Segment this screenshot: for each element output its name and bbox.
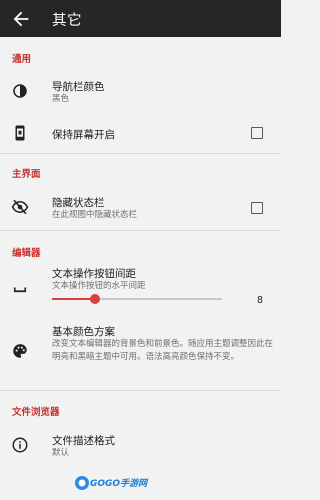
phone-screen-icon [15,125,25,141]
setting-title: 导航栏颜色 [52,81,105,93]
eye-off-icon [11,199,29,215]
slider-fill [52,298,95,300]
palette-icon [13,344,27,358]
section-header-general: 通用 [12,54,32,65]
setting-subtitle: 改变文本编辑器的背景色和前景色。随应用主题调整因此在明亮和黑暗主题中可用。语法高… [52,339,274,362]
section-header-main-ui: 主界面 [12,169,41,180]
divider [0,153,281,154]
setting-subtitle: 在此视图中隐藏状态栏 [52,210,138,220]
basic-color-scheme-setting[interactable]: 基本颜色方案 改变文本编辑器的背景色和前景色。随应用主题调整因此在明亮和黑暗主题… [0,318,281,386]
slider-value: 8 [257,295,264,306]
divider [0,230,281,231]
keep-screen-on-checkbox[interactable] [251,127,263,139]
file-description-format-setting[interactable]: 文件描述格式 默认 [0,422,281,466]
app-bar: 其它 [0,0,281,37]
setting-title: 隐藏状态栏 [52,197,105,209]
slider-thumb[interactable] [89,294,100,304]
setting-title: 保持屏幕开启 [52,129,115,141]
page-title: 其它 [52,13,82,29]
setting-subtitle: 默认 [52,448,70,458]
back-arrow-icon[interactable] [10,8,32,30]
space-bar-icon [13,287,27,293]
setting-title: 文本操作按钮间距 [52,268,136,280]
setting-subtitle: 文本操作按钮的水平间距 [52,281,146,291]
section-header-file-browser: 文件浏览器 [12,407,60,418]
hide-status-bar-checkbox[interactable] [251,202,263,214]
hide-status-bar-setting[interactable]: 隐藏状态栏 在此视图中隐藏状态栏 [0,184,281,228]
contrast-icon [13,84,27,98]
keep-screen-on-setting[interactable]: 保持屏幕开启 [0,114,281,152]
section-header-editor: 编辑器 [12,248,41,259]
setting-subtitle: 黑色 [52,94,70,104]
setting-title: 基本颜色方案 [52,326,115,338]
spacing-slider[interactable] [52,294,222,304]
setting-title: 文件描述格式 [52,435,115,447]
nav-bar-color-setting[interactable]: 导航栏颜色 黑色 [0,68,281,112]
info-icon [12,437,28,453]
watermark-text: GOGO手游网 [90,479,148,489]
text-action-spacing-setting: 文本操作按钮间距 文本操作按钮的水平间距 [0,262,281,308]
divider [0,390,281,391]
